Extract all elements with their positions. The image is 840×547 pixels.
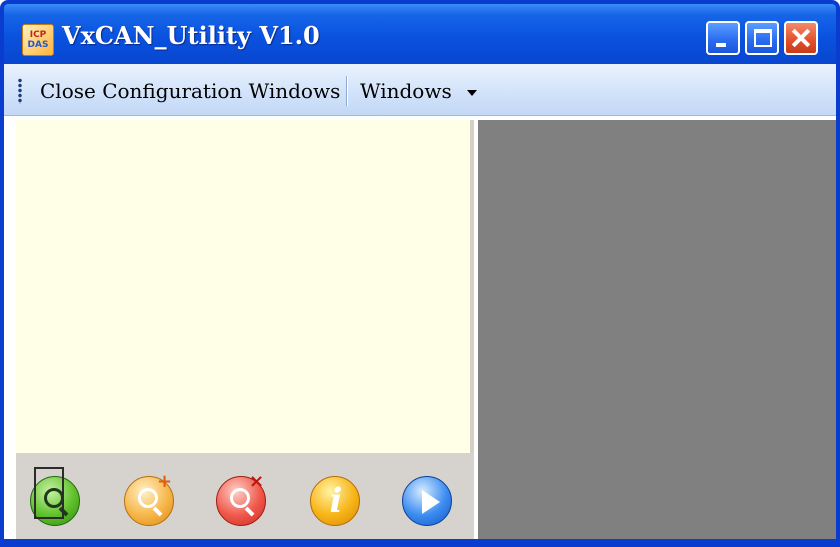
window-bottom-border — [4, 539, 836, 543]
play-icon — [422, 490, 440, 514]
remove-device-button[interactable]: × — [216, 471, 266, 526]
app-logo-text-top: ICP — [29, 30, 47, 40]
mdi-workspace[interactable] — [478, 120, 836, 539]
menu-separator — [346, 76, 347, 106]
window-title: VxCAN_Utility V1.0 — [62, 21, 320, 50]
run-button[interactable] — [402, 476, 452, 526]
magnifier-handle — [244, 506, 255, 517]
info-icon: i — [329, 481, 343, 521]
chevron-down-icon[interactable] — [467, 90, 477, 96]
magnifier-handle — [152, 506, 163, 517]
menu-bar: Close Configuration Windows Windows — [4, 64, 836, 116]
maximize-button[interactable] — [745, 21, 779, 55]
menu-item-windows[interactable]: Windows — [360, 78, 452, 104]
plus-badge: + — [157, 471, 173, 492]
remove-badge: × — [249, 471, 265, 492]
left-panel: + × i — [16, 120, 474, 539]
menu-grip-handle[interactable] — [18, 78, 22, 104]
app-window: ICP DAS VxCAN_Utility V1.0 Close Configu… — [0, 0, 840, 547]
close-button[interactable] — [784, 21, 818, 55]
info-button[interactable]: i — [310, 476, 360, 526]
magnifier-plus-icon — [138, 488, 158, 508]
device-tree[interactable] — [16, 120, 470, 453]
title-bar[interactable]: ICP DAS VxCAN_Utility V1.0 — [4, 4, 836, 64]
client-area: + × i — [4, 116, 836, 539]
bottom-toolbar: + × i — [16, 453, 474, 539]
app-logo-text-bottom: DAS — [27, 40, 49, 50]
magnifier-remove-icon — [230, 488, 250, 508]
app-logo-icon[interactable]: ICP DAS — [22, 24, 54, 56]
add-device-button[interactable]: + — [124, 471, 174, 526]
minimize-button[interactable] — [706, 21, 740, 55]
menu-item-close-configuration-windows[interactable]: Close Configuration Windows — [40, 78, 340, 104]
focus-frame — [34, 467, 64, 519]
